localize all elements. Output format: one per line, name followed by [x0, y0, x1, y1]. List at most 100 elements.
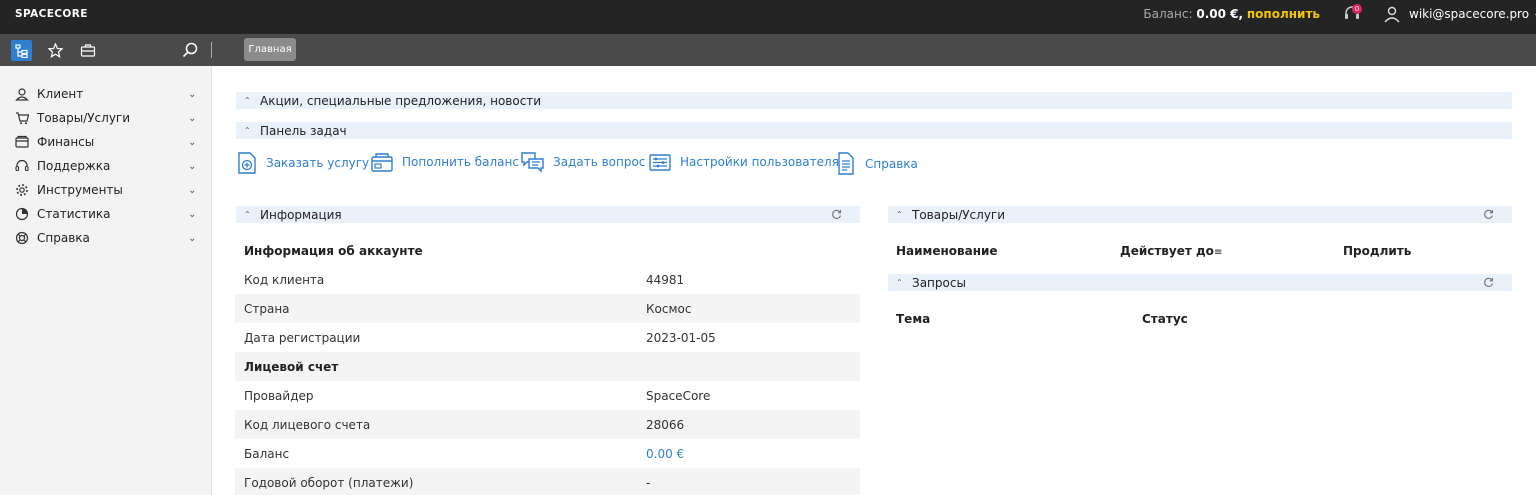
- info-key: Годовой оборот (платежи): [244, 475, 414, 490]
- sidebar-item-label: Инструменты: [37, 183, 123, 197]
- briefcase-icon: [80, 43, 96, 57]
- sidebar-item-tools[interactable]: Инструменты ⌄: [0, 178, 212, 202]
- info-value: SpaceCore: [646, 388, 711, 403]
- balance-info: Баланс: 0.00 €, пополнить: [1143, 7, 1320, 21]
- settings-list-icon: [649, 154, 671, 171]
- user-menu[interactable]: wiki@spacecore.pro ⌄: [1383, 4, 1536, 24]
- balance-label: Баланс:: [1143, 7, 1193, 21]
- task-help[interactable]: Справка: [835, 151, 918, 176]
- sidebar-item-label: Справка: [37, 231, 90, 245]
- lifebuoy-icon: [15, 231, 29, 245]
- chevron-down-icon: ⌄: [188, 184, 197, 196]
- info-row-annual-turnover: Годовой оборот (платежи) -: [235, 468, 860, 495]
- chevron-up-icon: ⌃: [244, 96, 251, 105]
- topup-link[interactable]: пополнить: [1247, 7, 1320, 21]
- task-label: Справка: [865, 156, 918, 171]
- refresh-icon[interactable]: [1483, 209, 1494, 220]
- info-key: Провайдер: [244, 388, 314, 403]
- sidebar-item-label: Поддержка: [37, 159, 111, 173]
- chevron-up-icon: ⌃: [244, 210, 251, 219]
- chevron-down-icon: ⌄: [188, 88, 197, 100]
- column-header-status[interactable]: Статус: [1142, 312, 1188, 326]
- sidebar-item-label: Товары/Услуги: [37, 111, 131, 125]
- sidebar-item-label: Статистика: [37, 207, 111, 221]
- refresh-icon[interactable]: [831, 209, 842, 220]
- toolbar-divider: [211, 42, 212, 58]
- info-value: -: [646, 475, 651, 490]
- column-header-label: Действует до: [1120, 244, 1214, 258]
- task-order-service[interactable]: Заказать услугу: [236, 151, 369, 175]
- chevron-down-icon: ⌄: [188, 232, 197, 244]
- info-row-provider: Провайдер SpaceCore: [235, 381, 860, 410]
- order-icon: [238, 152, 256, 174]
- balance-value: 0.00 €,: [1196, 7, 1244, 21]
- info-value: 2023-01-05: [646, 330, 716, 345]
- info-key: Код клиента: [244, 272, 325, 287]
- info-group-title: Лицевой счет: [244, 359, 339, 374]
- section-title: Акции, специальные предложения, новости: [260, 93, 542, 108]
- services-section-header[interactable]: ⌃ Товары/Услуги: [888, 206, 1512, 223]
- info-row-country: Страна Космос: [235, 294, 860, 323]
- sidebar-item-label: Финансы: [37, 135, 95, 149]
- chevron-up-icon: ⌃: [896, 278, 903, 287]
- info-row-account-code: Код лицевого счета 28066: [235, 410, 860, 439]
- chevron-down-icon: ⌄: [188, 112, 197, 124]
- briefcase-button[interactable]: [79, 41, 97, 59]
- search-icon: [182, 42, 198, 58]
- chevron-up-icon: ⌃: [896, 210, 903, 219]
- column-header-renew[interactable]: Продлить: [1343, 244, 1411, 258]
- info-row-client-code: Код клиента 44981: [235, 265, 860, 294]
- toolbar: [0, 34, 1536, 66]
- tab-home[interactable]: Главная: [244, 38, 296, 61]
- pie-chart-icon: [15, 207, 29, 221]
- section-title: Товары/Услуги: [912, 207, 1006, 222]
- headset-icon: [15, 159, 29, 172]
- sidebar-item-help[interactable]: Справка ⌄: [0, 226, 212, 250]
- tasks-section-header[interactable]: ⌃ Панель задач: [236, 122, 1512, 139]
- info-key: Код лицевого счета: [244, 417, 371, 432]
- chevron-up-icon: ⌃: [244, 126, 251, 135]
- menu-tree-button[interactable]: [11, 40, 32, 61]
- column-header-valid-until[interactable]: Действует до≡: [1120, 244, 1222, 258]
- document-icon: [838, 152, 854, 175]
- favorites-button[interactable]: [46, 41, 64, 59]
- user-icon: [1384, 6, 1400, 23]
- sidebar-item-client[interactable]: Клиент ⌄: [0, 82, 212, 106]
- section-title: Информация: [260, 207, 342, 222]
- info-row-registration-date: Дата регистрации 2023-01-05: [235, 323, 860, 352]
- info-section-header[interactable]: ⌃ Информация: [236, 206, 860, 223]
- column-header-subject[interactable]: Тема: [896, 312, 930, 326]
- wallet-icon: [15, 135, 29, 148]
- chat-icon: [521, 152, 544, 173]
- cart-icon: [16, 112, 30, 125]
- news-section-header[interactable]: ⌃ Акции, специальные предложения, новост…: [236, 92, 1512, 109]
- wallet-icon: [371, 153, 393, 172]
- chevron-down-icon: ⌄: [188, 160, 197, 172]
- notification-badge: 0: [1352, 4, 1362, 14]
- task-label: Задать вопрос: [553, 155, 646, 169]
- sidebar: Клиент ⌄ Товары/Услуги ⌄ Финансы ⌄ Подде…: [0, 66, 212, 495]
- task-ask-question[interactable]: Задать вопрос: [520, 151, 645, 173]
- sidebar-item-support[interactable]: Поддержка ⌄: [0, 154, 212, 178]
- sort-icon: ≡: [1213, 247, 1223, 258]
- notifications-button[interactable]: 0: [1343, 4, 1363, 25]
- sidebar-item-services[interactable]: Товары/Услуги ⌄: [0, 106, 212, 130]
- sidebar-item-statistics[interactable]: Статистика ⌄: [0, 202, 212, 226]
- column-header-name[interactable]: Наименование: [896, 244, 998, 258]
- section-title: Панель задач: [260, 123, 347, 138]
- tree-menu-icon: [14, 43, 28, 58]
- search-button[interactable]: [181, 41, 199, 59]
- logo[interactable]: SPACECORE: [15, 8, 88, 20]
- sidebar-item-finance[interactable]: Финансы ⌄: [0, 130, 212, 154]
- star-icon: [47, 42, 63, 58]
- requests-section-header[interactable]: ⌃ Запросы: [888, 274, 1512, 291]
- chevron-down-icon: ⌄: [188, 136, 197, 148]
- sidebar-item-label: Клиент: [37, 87, 84, 101]
- info-value: 28066: [646, 417, 685, 432]
- balance-link[interactable]: 0.00 €: [646, 447, 684, 461]
- task-user-settings[interactable]: Настройки пользователя: [648, 151, 839, 173]
- task-topup-balance[interactable]: Пополнить баланс: [370, 151, 519, 173]
- refresh-icon[interactable]: [1483, 277, 1494, 288]
- top-bar: SPACECORE Баланс: 0.00 €, пополнить 0 wi…: [0, 0, 1536, 34]
- task-label: Пополнить баланс: [402, 155, 519, 169]
